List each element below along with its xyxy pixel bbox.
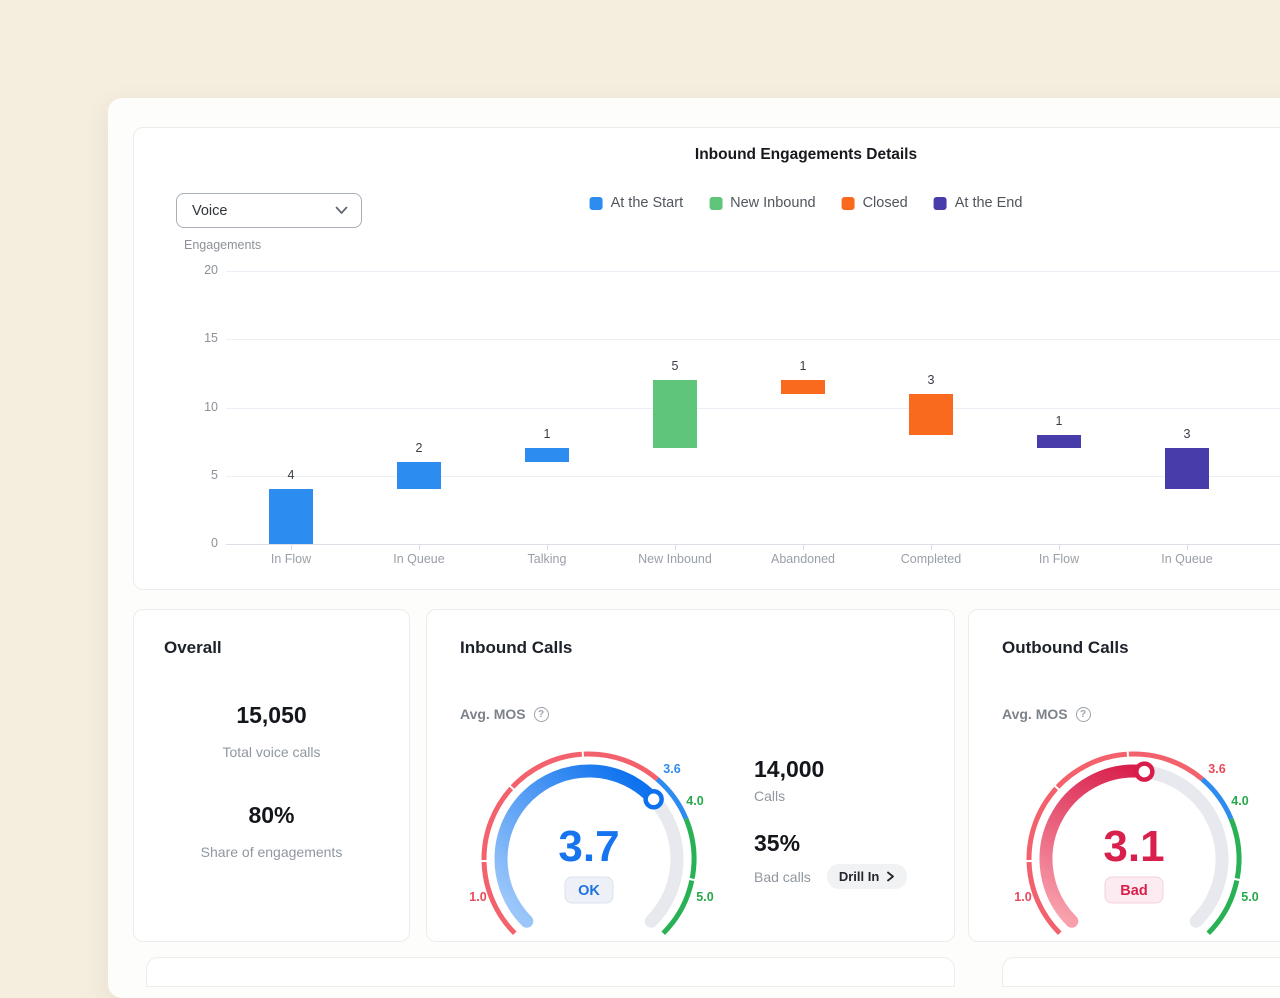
avg-mos-row: Avg. MOS ? [1002, 706, 1091, 722]
x-axis-label: Completed [871, 552, 991, 566]
inbound-card-title: Inbound Calls [460, 638, 572, 658]
bar-value-label: 1 [517, 427, 577, 441]
gridline [226, 339, 1280, 340]
gauge-track [651, 799, 677, 921]
x-axis-label: In Flow [231, 552, 351, 566]
y-axis-tick-label: 20 [188, 263, 218, 277]
gridline [226, 271, 1280, 272]
gauge-axis-label: 5.0 [696, 890, 713, 904]
y-axis-tick-label: 15 [188, 331, 218, 345]
gauge-axis-label: 3.6 [1208, 762, 1225, 776]
bar-value-label: 2 [389, 441, 449, 455]
bar-value-label: 1 [773, 359, 833, 373]
gauge-axis-label: 4.0 [686, 794, 703, 808]
chart-bar[interactable] [653, 380, 697, 448]
share-of-engagements-value: 80% [134, 802, 409, 829]
outbound-calls-card: Outbound Calls Avg. MOS ? 1.0 3.6 4.0 5.0 3.… [968, 609, 1280, 942]
gauge-axis-label: 4.0 [1231, 794, 1248, 808]
y-axis-tick-label: 10 [188, 400, 218, 414]
gridline [226, 408, 1280, 409]
x-axis-label: Abandoned [743, 552, 863, 566]
chart-bar[interactable] [1165, 448, 1209, 489]
inbound-calls-label: Calls [754, 788, 949, 804]
x-axis-label: New Inbound [615, 552, 735, 566]
drill-in-label: Drill In [839, 869, 879, 884]
chart-bar[interactable] [1037, 435, 1081, 449]
inbound-engagements-card: Inbound Engagements Details At the Start… [133, 127, 1280, 590]
x-axis-label: In Queue [1127, 552, 1247, 566]
inbound-calls-value: 14,000 [754, 756, 949, 783]
outbound-card-title: Outbound Calls [1002, 638, 1129, 658]
total-voice-calls-value: 15,050 [134, 702, 409, 729]
engagements-plot: 05101520In Flow4In Queue2Talking1New Inb… [134, 128, 1280, 589]
gauge-marker [646, 791, 662, 807]
chart-bar[interactable] [397, 462, 441, 489]
x-axis-label: In Queue [359, 552, 479, 566]
avg-mos-row: Avg. MOS ? [460, 706, 549, 722]
x-axis-tick [1187, 545, 1188, 550]
gauge-tick [1128, 751, 1129, 759]
x-axis-tick [291, 545, 292, 550]
chart-bar[interactable] [909, 394, 953, 435]
outbound-mos-gauge: 1.0 3.6 4.0 5.0 3.1 Bad [1009, 751, 1267, 942]
gridline [226, 476, 1280, 477]
gauge-axis-label: 1.0 [1014, 890, 1031, 904]
overall-card-title: Overall [164, 638, 222, 658]
x-axis-tick [547, 545, 548, 550]
avg-mos-label: Avg. MOS [460, 706, 526, 722]
avg-mos-label: Avg. MOS [1002, 706, 1068, 722]
gauge-marker [1136, 764, 1152, 780]
y-axis-tick-label: 0 [188, 536, 218, 550]
next-row-card-partial [146, 957, 955, 987]
total-voice-calls-label: Total voice calls [134, 744, 409, 760]
bar-value-label: 3 [901, 373, 961, 387]
share-of-engagements-label: Share of engagements [134, 844, 409, 860]
y-axis-tick-label: 5 [188, 468, 218, 482]
bar-value-label: 5 [645, 359, 705, 373]
gauge-axis-label: 3.6 [663, 762, 680, 776]
x-axis-label: Talking [487, 552, 607, 566]
bar-value-label: 3 [1157, 427, 1217, 441]
info-icon[interactable]: ? [1076, 707, 1091, 722]
inbound-stats: 14,000 Calls 35% Bad calls Drill In [754, 756, 949, 889]
inbound-calls-card: Inbound Calls Avg. MOS ? 1.0 3.6 4.0 5.0 3.7… [426, 609, 955, 942]
x-axis-tick [931, 545, 932, 550]
x-axis-tick [675, 545, 676, 550]
next-row-card-partial [1002, 957, 1280, 987]
gauge-tick [583, 751, 584, 759]
chevron-right-icon [886, 871, 895, 882]
x-axis-tick [803, 545, 804, 550]
gauge-tick [687, 879, 697, 881]
gauge-value: 3.7 [558, 822, 619, 871]
x-axis-tick [1059, 545, 1060, 550]
bar-value-label: 1 [1029, 414, 1089, 428]
chart-bar[interactable] [525, 448, 569, 462]
gauge-axis-label: 1.0 [469, 890, 486, 904]
x-axis-tick [419, 545, 420, 550]
bad-calls-label: Bad calls [754, 869, 811, 885]
chart-bar[interactable] [269, 489, 313, 544]
bad-calls-value: 35% [754, 830, 949, 857]
info-icon[interactable]: ? [534, 707, 549, 722]
gauge-axis-label: 5.0 [1241, 890, 1258, 904]
x-axis-label: In Flow [999, 552, 1119, 566]
gridline [226, 544, 1280, 545]
drill-in-button[interactable]: Drill In [827, 864, 907, 889]
dashboard-panel: Inbound Engagements Details At the Start… [108, 98, 1280, 998]
gauge-status-label: OK [578, 883, 600, 899]
bar-value-label: 4 [261, 468, 321, 482]
gauge-tick [1232, 879, 1242, 881]
chart-bar[interactable] [781, 380, 825, 394]
inbound-mos-gauge: 1.0 3.6 4.0 5.0 3.7 OK [464, 751, 722, 942]
gauge-status-label: Bad [1120, 883, 1147, 899]
gauge-value: 3.1 [1103, 822, 1164, 871]
overall-card: Overall 15,050 Total voice calls 80% Sha… [133, 609, 410, 942]
